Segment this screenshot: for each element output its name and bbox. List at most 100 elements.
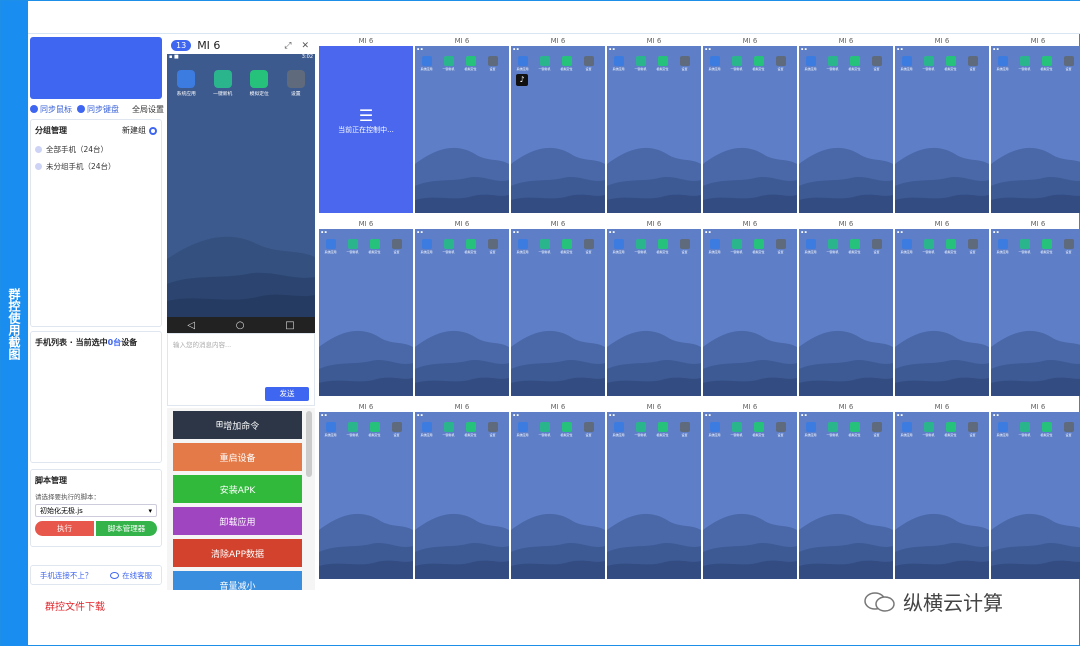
device-tile[interactable]: MI 6 ▪ ▪ 系统应用 一键新机 模拟定位 设置 ♪ <box>511 37 605 215</box>
device-screen[interactable]: ▪ ▪ 系统应用 一键新机 模拟定位 设置 <box>991 412 1080 579</box>
app-shortcut[interactable]: 系统应用 <box>803 422 818 437</box>
device-tile[interactable]: MI 6 ▪ ▪ 系统应用 一键新机 模拟定位 设置 <box>703 220 797 398</box>
device-tile[interactable]: MI 6 ▪ ▪ 系统应用 一键新机 模拟定位 设置 <box>703 37 797 215</box>
app-shortcut[interactable]: 模拟定位 <box>751 422 766 437</box>
app-shortcut[interactable]: 一键新机 <box>345 422 360 437</box>
app-shortcut[interactable]: 设置 <box>677 422 692 437</box>
command-button[interactable]: 卸载应用 <box>173 507 302 535</box>
device-tile[interactable]: MI 6 ▪ ▪ 系统应用 一键新机 模拟定位 设置 <box>607 220 701 398</box>
recent-icon[interactable]: □ <box>285 320 294 331</box>
app-shortcut[interactable]: 系统应用 <box>611 239 626 254</box>
device-screen[interactable]: ▪ ▪ 系统应用 一键新机 模拟定位 设置 <box>511 412 605 579</box>
app-shortcut[interactable]: 一键新机 <box>537 239 552 254</box>
app-shortcut[interactable]: 一键新机 <box>345 239 360 254</box>
command-button[interactable]: ⊞ 增加命令 <box>173 411 302 439</box>
app-shortcut[interactable]: 模拟定位 <box>559 56 574 71</box>
device-tile[interactable]: MI 6 ▪ ▪ 系统应用 一键新机 模拟定位 设置 <box>415 220 509 398</box>
connect-help-link[interactable]: 手机连接不上？ <box>40 570 93 581</box>
app-shortcut[interactable]: 一键新机 <box>921 422 936 437</box>
app-shortcut[interactable]: 设置 <box>965 56 980 71</box>
app-shortcut[interactable]: 系统应用 <box>707 422 722 437</box>
app-shortcut[interactable]: 模拟定位 <box>559 422 574 437</box>
app-shortcut[interactable]: 模拟定位 <box>847 239 862 254</box>
app-shortcut[interactable]: 一键新机 <box>729 422 744 437</box>
app-shortcut[interactable]: 系统应用 <box>515 56 530 71</box>
app-shortcut[interactable]: 一键新机 <box>921 56 936 71</box>
app-shortcut[interactable]: 系统应用 <box>707 239 722 254</box>
command-button[interactable]: 音量减小 <box>173 571 302 590</box>
script-select[interactable]: 初始化无极.js ▾ <box>35 504 157 517</box>
app-shortcut[interactable]: 一键新机 <box>921 239 936 254</box>
app-shortcut[interactable]: 一键新机 <box>441 422 456 437</box>
device-tile[interactable]: MI 6 ▪ ▪ 系统应用 一键新机 模拟定位 设置 <box>991 220 1080 398</box>
group-item-all[interactable]: 全部手机（24台） <box>31 141 161 158</box>
sync-mouse-toggle[interactable]: 同步鼠标 <box>30 104 72 115</box>
app-shortcut[interactable]: 系统应用 <box>323 422 338 437</box>
back-icon[interactable]: ◁ <box>187 320 195 331</box>
device-screen[interactable]: ▪ ▪ 系统应用 一键新机 模拟定位 设置 <box>703 229 797 396</box>
device-tile[interactable]: MI 6 ▪ ▪ 系统应用 一键新机 模拟定位 设置 <box>991 403 1080 581</box>
app-shortcut[interactable]: 系统应用 <box>995 56 1010 71</box>
app-shortcut[interactable]: 系统应用 <box>515 422 530 437</box>
app-shortcut[interactable]: 系统应用 <box>707 56 722 71</box>
app-shortcut[interactable]: 模拟定位 <box>655 422 670 437</box>
app-shortcut[interactable]: 模拟定位 <box>751 56 766 71</box>
app-shortcut[interactable]: 一键新机 <box>633 56 648 71</box>
app-shortcut[interactable]: 模拟定位 <box>1039 422 1054 437</box>
device-screen[interactable]: ▪ ▪ 系统应用 一键新机 模拟定位 设置 <box>607 229 701 396</box>
device-screen[interactable]: ▪ ▪ 系统应用 一键新机 模拟定位 设置 <box>895 412 989 579</box>
device-screen[interactable]: ☰ 当前正在控制中... <box>319 46 413 213</box>
app-shortcut[interactable]: 设置 <box>1061 239 1076 254</box>
app-shortcut[interactable]: 系统应用 <box>419 56 434 71</box>
app-shortcut[interactable]: 模拟定位 <box>751 239 766 254</box>
app-shortcut[interactable]: 一键新机 <box>1017 56 1032 71</box>
control-app[interactable]: 设置 <box>283 70 310 97</box>
app-shortcut[interactable]: 模拟定位 <box>559 239 574 254</box>
device-screen[interactable]: ▪ ▪ 系统应用 一键新机 模拟定位 设置 <box>319 412 413 579</box>
app-shortcut[interactable]: 模拟定位 <box>847 56 862 71</box>
script-manager-button[interactable]: 脚本管理器 <box>96 521 157 536</box>
device-tile[interactable]: MI 6 ☰ 当前正在控制中... <box>319 37 413 215</box>
app-shortcut[interactable]: 设置 <box>869 239 884 254</box>
home-icon[interactable]: ○ <box>236 320 245 331</box>
scrollbar[interactable] <box>306 411 312 477</box>
control-app[interactable]: 系统应用 <box>173 70 200 97</box>
app-shortcut[interactable]: 一键新机 <box>441 56 456 71</box>
tiktok-icon[interactable]: ♪ <box>516 74 528 86</box>
device-tile[interactable]: MI 6 ▪ ▪ 系统应用 一键新机 模拟定位 设置 <box>991 37 1080 215</box>
device-screen[interactable]: ▪ ▪ 系统应用 一键新机 模拟定位 设置 <box>415 412 509 579</box>
device-screen[interactable]: ▪ ▪ 系统应用 一键新机 模拟定位 设置 <box>799 412 893 579</box>
device-tile[interactable]: MI 6 ▪ ▪ 系统应用 一键新机 模拟定位 设置 <box>895 37 989 215</box>
app-shortcut[interactable]: 设置 <box>581 422 596 437</box>
device-tile[interactable]: MI 6 ▪ ▪ 系统应用 一键新机 模拟定位 设置 <box>415 403 509 581</box>
app-shortcut[interactable]: 一键新机 <box>633 422 648 437</box>
app-shortcut[interactable]: 设置 <box>485 56 500 71</box>
app-shortcut[interactable]: 设置 <box>581 56 596 71</box>
app-shortcut[interactable]: 模拟定位 <box>847 422 862 437</box>
device-screen[interactable]: ▪ ▪ 系统应用 一键新机 模拟定位 设置 <box>607 412 701 579</box>
expand-icon[interactable]: ⤢ <box>284 41 291 51</box>
device-screen[interactable]: ▪ ▪ 系统应用 一键新机 模拟定位 设置 <box>511 229 605 396</box>
app-shortcut[interactable]: 一键新机 <box>537 56 552 71</box>
group-item-ungrouped[interactable]: 未分组手机（24台） <box>31 158 161 175</box>
device-tile[interactable]: MI 6 ▪ ▪ 系统应用 一键新机 模拟定位 设置 <box>607 37 701 215</box>
device-screen[interactable]: ▪ ▪ 系统应用 一键新机 模拟定位 设置 ♪ <box>511 46 605 213</box>
app-shortcut[interactable]: 系统应用 <box>995 422 1010 437</box>
app-shortcut[interactable]: 模拟定位 <box>655 239 670 254</box>
app-shortcut[interactable]: 设置 <box>389 239 404 254</box>
device-tile[interactable]: MI 6 ▪ ▪ 系统应用 一键新机 模拟定位 设置 <box>895 220 989 398</box>
app-shortcut[interactable]: 一键新机 <box>825 56 840 71</box>
app-shortcut[interactable]: 系统应用 <box>323 239 338 254</box>
execute-button[interactable]: 执行 <box>35 521 95 536</box>
app-shortcut[interactable]: 一键新机 <box>441 239 456 254</box>
device-tile[interactable]: MI 6 ▪ ▪ 系统应用 一键新机 模拟定位 设置 <box>511 403 605 581</box>
app-shortcut[interactable]: 系统应用 <box>419 422 434 437</box>
app-shortcut[interactable]: 设置 <box>677 56 692 71</box>
device-screen[interactable]: ▪ ▪ 系统应用 一键新机 模拟定位 设置 <box>991 229 1080 396</box>
device-tile[interactable]: MI 6 ▪ ▪ 系统应用 一键新机 模拟定位 设置 <box>511 220 605 398</box>
app-shortcut[interactable]: 系统应用 <box>611 56 626 71</box>
device-tile[interactable]: MI 6 ▪ ▪ 系统应用 一键新机 模拟定位 设置 <box>799 37 893 215</box>
device-tile[interactable]: MI 6 ▪ ▪ 系统应用 一键新机 模拟定位 设置 <box>799 403 893 581</box>
device-tile[interactable]: MI 6 ▪ ▪ 系统应用 一键新机 模拟定位 设置 <box>319 220 413 398</box>
app-shortcut[interactable]: 模拟定位 <box>463 56 478 71</box>
